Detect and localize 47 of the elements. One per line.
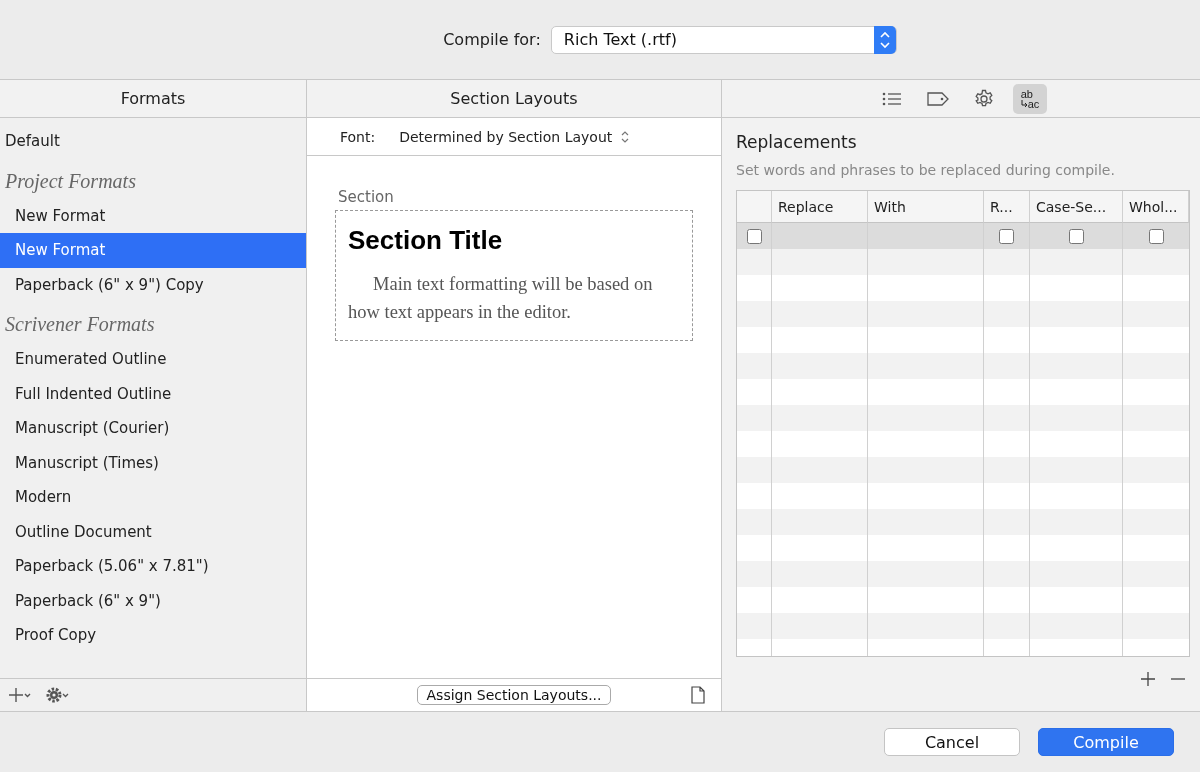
format-item[interactable]: Paperback (5.06" x 7.81") — [0, 549, 306, 584]
checkbox[interactable] — [1148, 228, 1164, 244]
format-dropdown[interactable]: Rich Text (.rtf) — [550, 25, 897, 54]
replacements-title: Replacements — [736, 132, 858, 152]
column-header[interactable]: Replace — [772, 191, 868, 223]
add-icon[interactable] — [1140, 671, 1156, 687]
format-item[interactable]: Outline Document — [0, 514, 306, 549]
format-item[interactable]: Enumerated Outline — [0, 342, 306, 377]
section-title: Section Title — [348, 225, 504, 256]
assign-layouts-button[interactable]: Assign Section Layouts... — [416, 685, 612, 705]
stepper-icon — [873, 25, 896, 54]
compile-for-label: Compile for: — [443, 30, 541, 49]
group-heading: Scrivener Formats — [4, 312, 156, 337]
format-item[interactable]: Modern — [0, 480, 306, 515]
section-label: Section — [338, 188, 395, 206]
preview-text: Main text formatting will be based on how text appears in the editor. — [348, 273, 654, 324]
inspector-tab[interactable]: ab ac — [1013, 83, 1047, 114]
cancel-button[interactable]: Cancel — [884, 728, 1020, 756]
format-item[interactable]: Manuscript (Times) — [0, 445, 306, 480]
format-item[interactable]: Default — [0, 124, 306, 159]
format-item[interactable]: Proof Copy — [0, 618, 306, 653]
format-item[interactable]: Paperback (6" x 9") Copy — [0, 267, 306, 302]
tag-icon — [927, 91, 949, 106]
checkbox[interactable] — [746, 228, 762, 244]
format-item[interactable]: New Format — [0, 233, 306, 268]
compile-button[interactable]: Compile — [1038, 728, 1174, 756]
add-menu-icon[interactable] — [8, 687, 32, 703]
format-item[interactable]: Full Indented Outline — [0, 376, 306, 411]
column-header[interactable]: Whol... — [1123, 191, 1189, 223]
checkbox[interactable] — [1068, 228, 1084, 244]
format-item[interactable]: Manuscript (Courier) — [0, 411, 306, 446]
font-dropdown[interactable]: Determined by Section Layout — [399, 128, 631, 145]
gear-menu-icon[interactable] — [46, 686, 70, 704]
group-heading: Project Formats — [4, 168, 137, 195]
section-layouts-header: Section Layouts — [307, 80, 721, 118]
list-icon — [882, 90, 902, 107]
format-item[interactable]: Paperback (6" x 9") — [0, 583, 306, 618]
font-label: Font: — [340, 128, 376, 145]
format-item[interactable]: New Format — [0, 198, 306, 233]
column-header[interactable]: R... — [984, 191, 1030, 223]
checkbox[interactable] — [999, 228, 1014, 244]
replacements-description: Set words and phrases to be replaced during compile. — [736, 162, 1116, 178]
gear-icon — [974, 88, 994, 109]
column-header[interactable]: Case-Se... — [1030, 191, 1123, 223]
document-icon[interactable] — [691, 686, 705, 704]
column-header[interactable]: With — [868, 191, 984, 223]
updown-chevron-icon — [620, 129, 631, 144]
